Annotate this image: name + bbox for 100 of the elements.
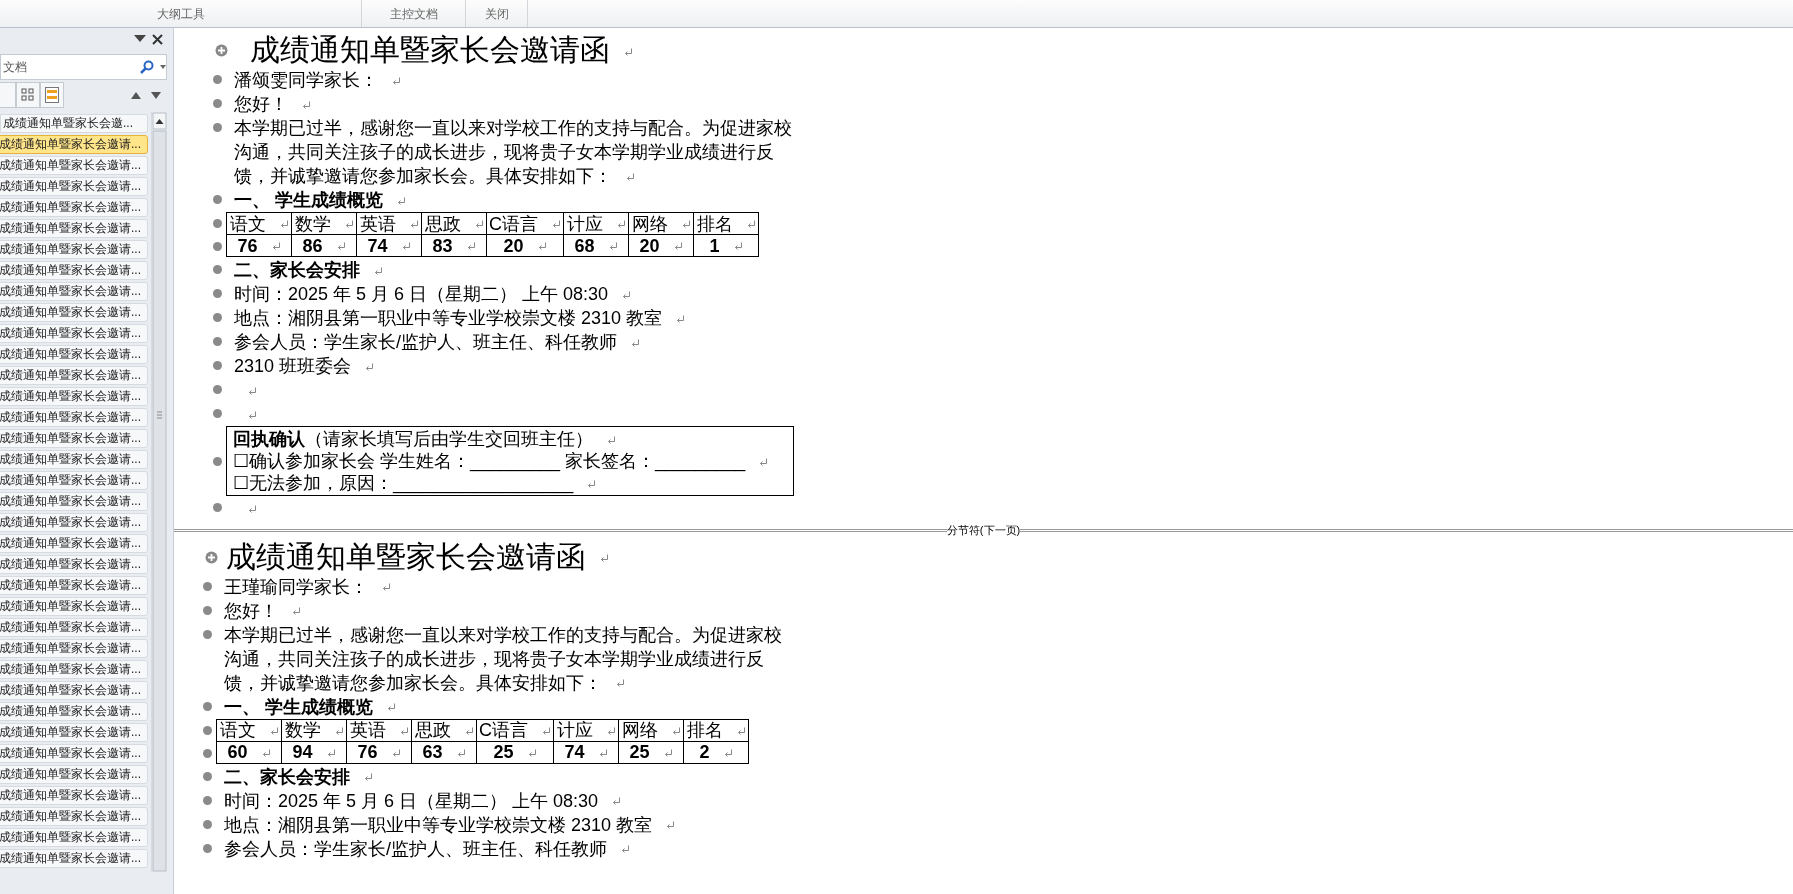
paragraph-mark-icon [374,266,383,276]
table-cell: 网络 [618,719,684,741]
expand-icon[interactable] [215,44,228,57]
paragraph-text: 您好！ [224,598,794,623]
navigation-item[interactable]: 成绩通知单暨家长会邀请... [0,429,148,448]
paragraph-mark-icon [292,607,301,617]
navigation-item[interactable]: 成绩通知单暨家长会邀请... [0,366,148,385]
table-cell: 83 [421,234,487,257]
navigation-item[interactable]: 成绩通知单暨家长会邀请... [0,618,148,637]
paragraph-mark-icon [663,748,673,758]
paragraph-mark-icon [456,748,466,758]
expand-icon[interactable] [205,550,218,564]
navigation-item[interactable]: 成绩通知单暨家长会邀请... [0,807,148,826]
dropdown-icon[interactable] [134,35,146,43]
navigation-item[interactable]: 成绩通知单暨家长会邀请... [0,849,148,868]
navigation-item[interactable]: 成绩通知单暨家长会邀请... [0,534,148,553]
caret-icon[interactable] [160,65,166,69]
navigation-item[interactable]: 成绩通知单暨家长会邀请... [0,240,148,259]
search-field[interactable]: 文档 [1,58,132,76]
pages-view-button[interactable] [16,82,40,108]
table-cell: 20 [486,234,564,257]
table-cell: 63 [411,741,477,763]
navigation-item[interactable]: 成绩通知单暨家长会邀请... [0,261,148,280]
table-cell: 语文 [216,719,282,741]
table-cell: 60 [216,741,282,763]
paragraph-mark-icon [626,172,635,182]
paragraph-mark-icon [608,242,618,252]
bullet-icon [203,605,212,615]
navigation-item[interactable]: 成绩通知单暨家长会邀请... [0,324,148,343]
table-cell: 2 [683,741,749,763]
paragraph-text: 参会人员：学生家长/监护人、班主任、科任教师 [224,836,794,861]
ribbon-tab[interactable]: 主控文档 [362,0,466,27]
navigation-item[interactable]: 成绩通知单暨家长会邀请... [0,744,148,763]
navigation-item[interactable]: 成绩通知单暨家长会邀请... [0,597,148,616]
paragraph-mark-icon [334,726,344,736]
paragraph-mark-icon [279,220,289,230]
paragraph-mark-icon [681,220,691,230]
navigation-item[interactable]: 成绩通知单暨家长会邀请... [0,156,148,175]
paragraph-mark-icon [606,726,616,736]
paragraph-mark-icon [248,504,257,514]
navigation-item[interactable]: 成绩通知单暨家长会邀请... [0,282,148,301]
navigation-item[interactable]: 成绩通知单暨家长会邀请... [0,219,148,238]
navigation-item[interactable]: 成绩通知单暨家长会邀请... [0,576,148,595]
paragraph-mark-icon [607,435,616,445]
paragraph-text: 参会人员：学生家长/监护人、班主任、科任教师 [234,330,804,354]
navigation-item[interactable]: 成绩通知单暨家长会邀请... [0,492,148,511]
navigation-item[interactable]: 成绩通知单暨家长会邀请... [0,786,148,805]
paragraph-mark-icon [598,748,608,758]
paragraph-text: 时间：2025 年 5 月 6 日（星期二） 上午 08:30 [224,788,794,813]
navigation-item[interactable]: 成绩通知单暨家长会邀... [0,114,148,133]
table-cell: 数学 [291,212,357,235]
paragraph-mark-icon [746,220,756,230]
paragraph-mark-icon [616,220,626,230]
paragraph-text: 王瑾瑜同学家长： [224,574,794,599]
navigation-item[interactable]: 成绩通知单暨家长会邀请... [0,639,148,658]
navigation-item[interactable]: 成绩通知单暨家长会邀请... [0,345,148,364]
ribbon-tab[interactable]: 关闭 [466,0,528,27]
paragraph-mark-icon [612,797,622,807]
navigation-item[interactable]: 成绩通知单暨家长会邀请... [0,513,148,532]
navigation-item[interactable]: 成绩通知单暨家长会邀请... [0,303,148,322]
next-icon[interactable] [151,91,161,99]
paragraph-mark-icon [624,47,633,57]
navigation-item[interactable]: 成绩通知单暨家长会邀请... [0,177,148,196]
navigation-item[interactable]: 成绩通知单暨家长会邀请... [0,555,148,574]
previous-icon[interactable] [131,91,141,99]
scrollbar-drawing[interactable] [151,112,167,872]
navigation-item[interactable]: 成绩通知单暨家长会邀请... [0,135,148,154]
navigation-item[interactable]: 成绩通知单暨家长会邀请... [0,828,148,847]
paragraph-mark-icon [631,338,640,348]
navigation-item[interactable]: 成绩通知单暨家长会邀请... [0,681,148,700]
bullet-icon [213,385,222,394]
results-view-button[interactable] [40,82,64,108]
paragraph-mark-icon [387,703,396,713]
navigation-item[interactable]: 成绩通知单暨家长会邀请... [0,408,148,427]
paragraph-mark-icon [621,845,630,855]
bullet-icon [213,99,222,108]
paragraph-text: 潘颂雯同学家长： [234,68,804,92]
close-icon[interactable] [152,33,163,45]
navigation-item[interactable]: 成绩通知单暨家长会邀请... [0,702,148,721]
page-icon [45,87,59,103]
navigation-item[interactable]: 成绩通知单暨家长会邀请... [0,765,148,784]
paragraph-mark-icon [392,76,401,86]
paragraph-mark-icon [736,726,746,736]
navigation-item[interactable]: 成绩通知单暨家长会邀请... [0,660,148,679]
search-icon[interactable] [140,60,154,74]
bullet-icon [203,748,212,758]
paragraph-mark-icon [542,726,551,736]
table-cell: 语文 [226,212,292,235]
paragraph-mark-icon [326,748,336,758]
paragraph-mark-icon [397,196,406,206]
navigation-item[interactable]: 成绩通知单暨家长会邀请... [0,387,148,406]
navigation-item[interactable]: 成绩通知单暨家长会邀请... [0,198,148,217]
search-box[interactable]: 文档 [0,54,167,80]
navigation-item[interactable]: 成绩通知单暨家长会邀请... [0,471,148,490]
paragraph-mark-icon [616,679,625,689]
ribbon-tab[interactable]: 大纲工具 [0,0,362,27]
bullet-icon [213,409,222,418]
navigation-item[interactable]: 成绩通知单暨家长会邀请... [0,450,148,469]
paragraph-mark-icon [464,726,474,736]
navigation-item[interactable]: 成绩通知单暨家长会邀请... [0,723,148,742]
